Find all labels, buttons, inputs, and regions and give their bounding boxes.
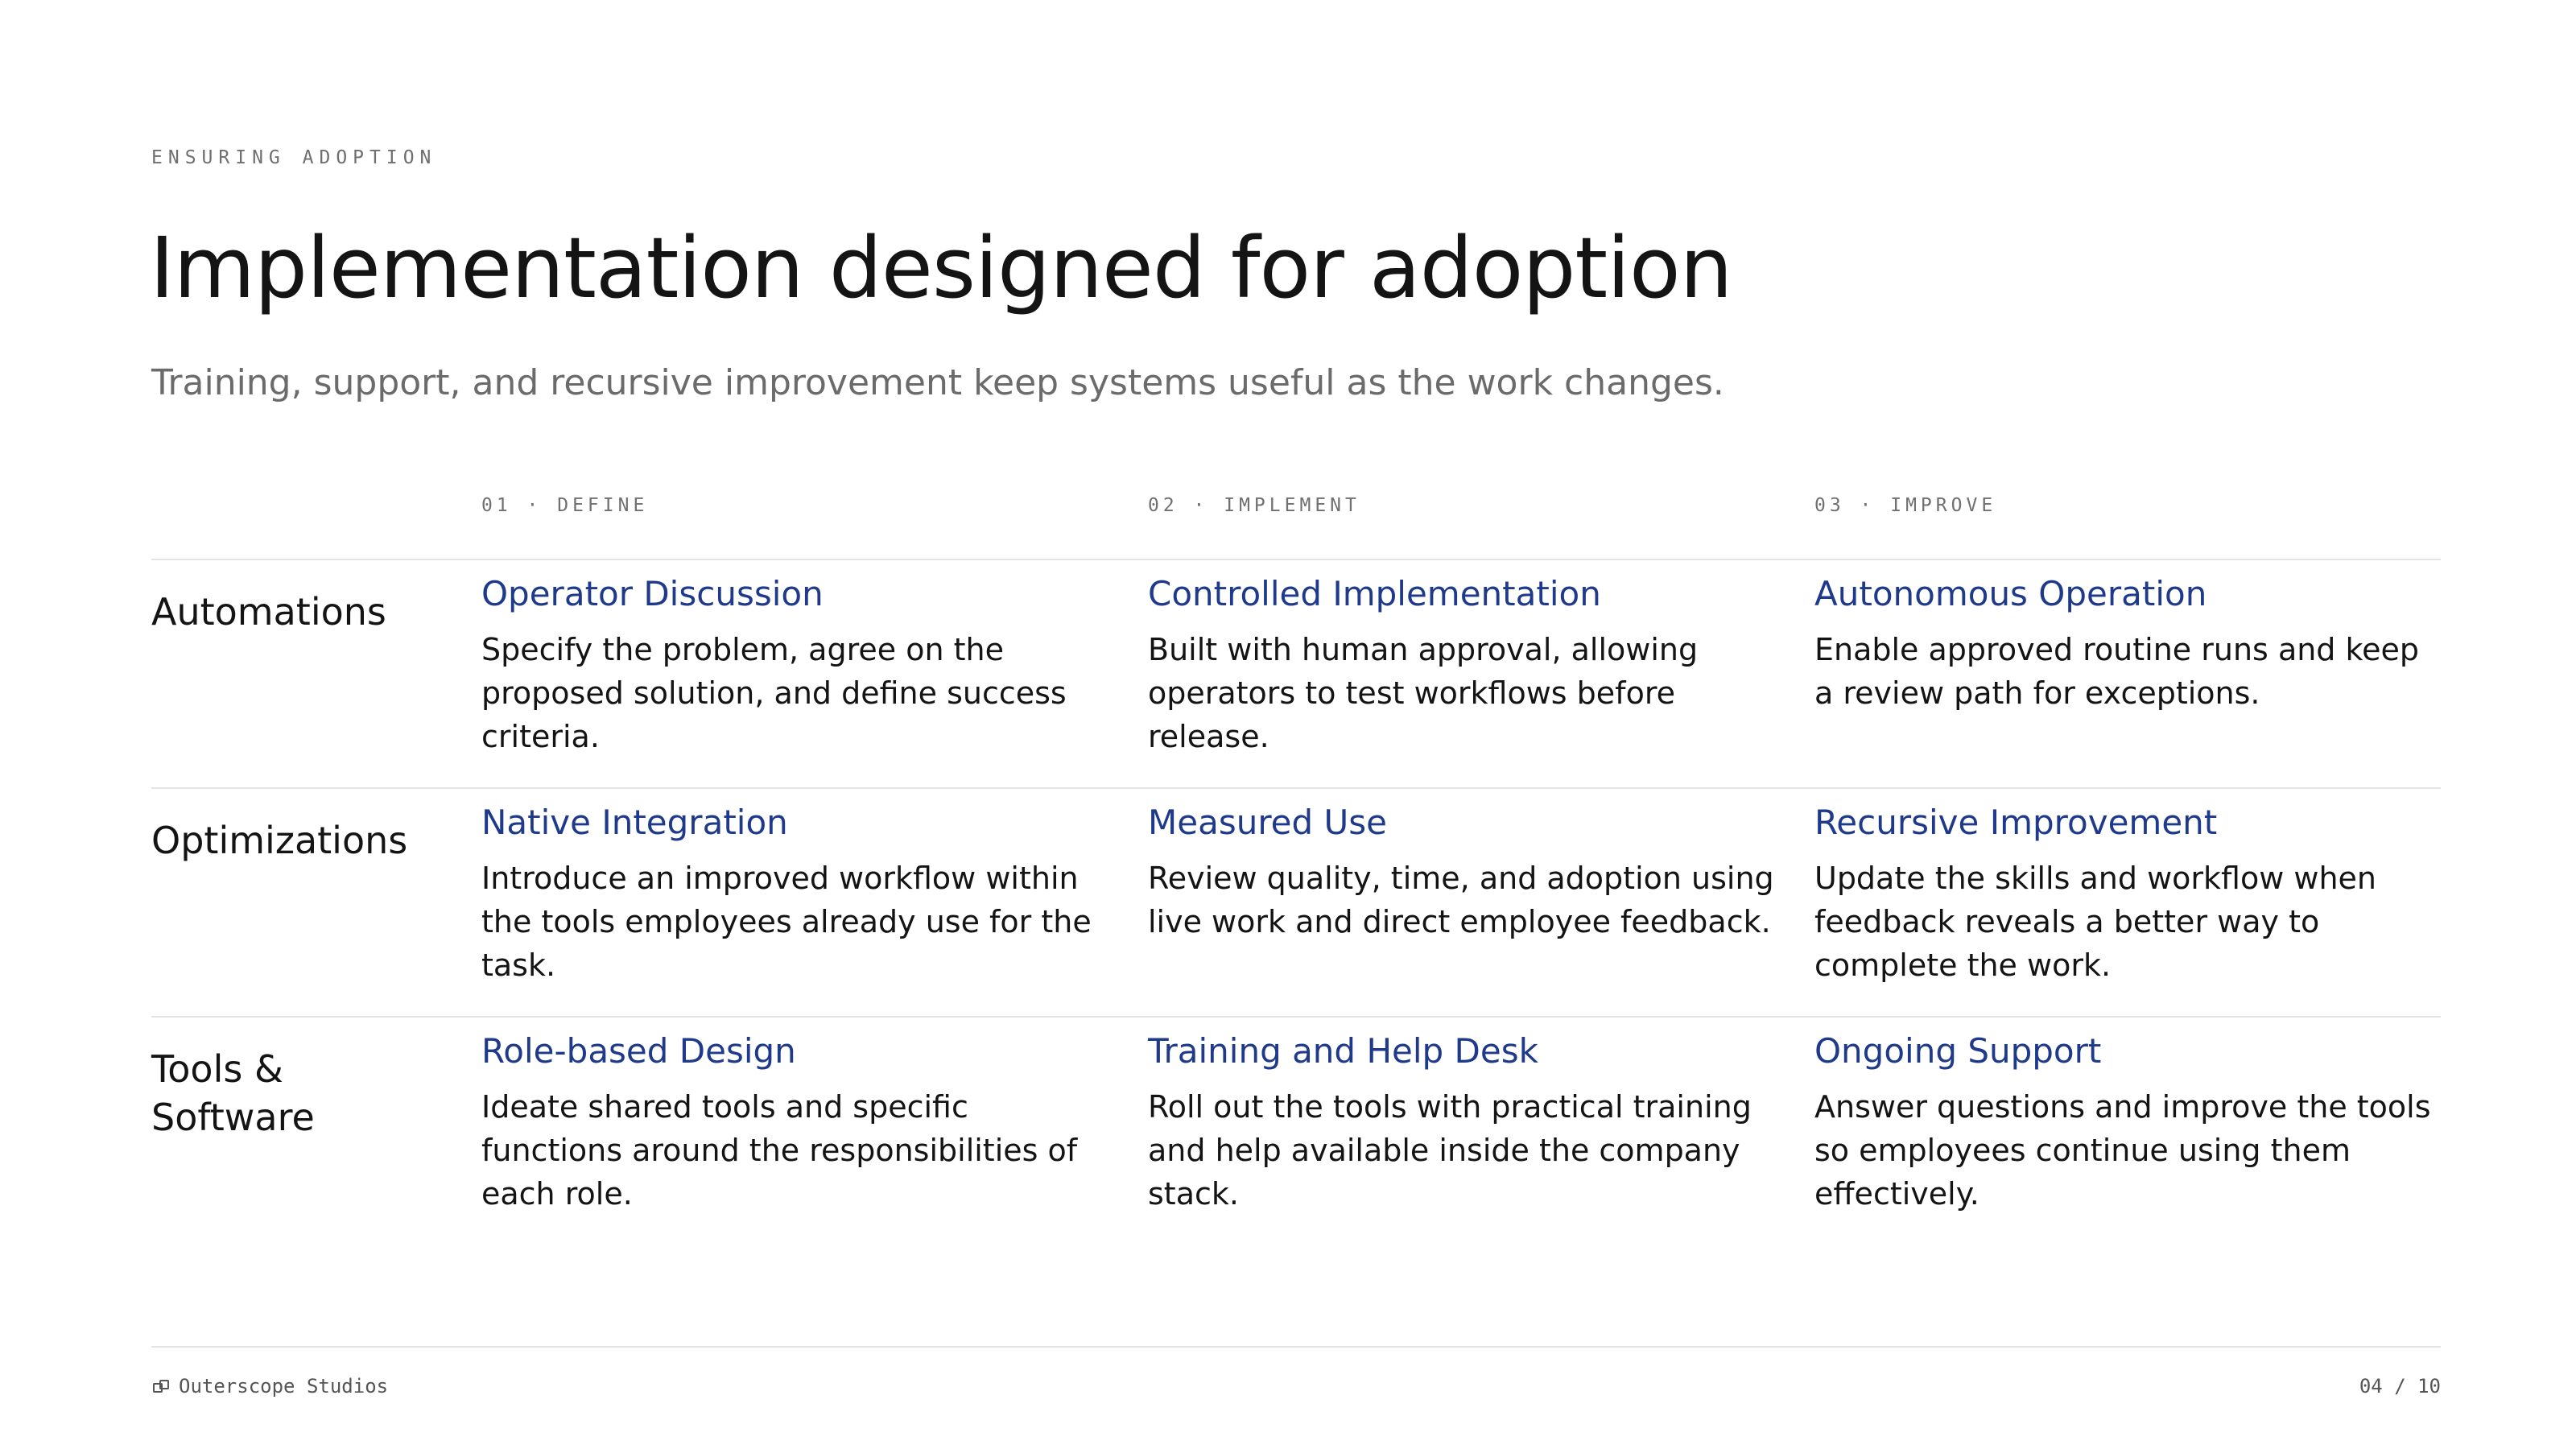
cell-title: Measured Use <box>1148 803 1387 842</box>
cell-body: Answer questions and improve the tools s… <box>1814 1089 2431 1212</box>
row-label-optimizations: Optimizations <box>151 819 408 862</box>
brand-name: Outerscope Studios <box>179 1375 389 1397</box>
cell-title: Native Integration <box>481 803 788 842</box>
phase-implement-label: 02 · IMPLEMENT <box>1148 495 1360 516</box>
matrix-cell: Recursive Improvement Update the skills … <box>1814 799 2442 987</box>
row-label-automations: Automations <box>151 590 386 634</box>
matrix-cell: Autonomous Operation Enable approved rou… <box>1814 570 2442 715</box>
matrix-cell: Role-based Design Ideate shared tools an… <box>481 1027 1109 1216</box>
matrix-cell: Controlled Implementation Built with hum… <box>1148 570 1776 758</box>
cell-title: Ongoing Support <box>1814 1031 2102 1071</box>
link-icon <box>151 1377 171 1396</box>
cell-body: Roll out the tools with practical traini… <box>1148 1089 1752 1212</box>
matrix-cell: Ongoing Support Answer questions and imp… <box>1814 1027 2442 1216</box>
row-divider <box>151 1016 2441 1018</box>
page-title: Implementation designed for adoption <box>150 219 1733 317</box>
cell-body: Introduce an improved workflow within th… <box>481 861 1092 983</box>
cell-title: Training and Help Desk <box>1148 1031 1538 1071</box>
row-divider <box>151 787 2441 789</box>
cell-title: Autonomous Operation <box>1814 574 2207 613</box>
eyebrow-label: ENSURING ADOPTION <box>151 147 437 168</box>
cell-body: Built with human approval, allowing oper… <box>1148 632 1699 754</box>
cell-body: Specify the problem, agree on the propos… <box>481 632 1067 754</box>
matrix-cell: Measured Use Review quality, time, and a… <box>1148 799 1776 943</box>
matrix-cell: Operator Discussion Specify the problem,… <box>481 570 1109 758</box>
cell-body: Update the skills and workflow when feed… <box>1814 861 2376 983</box>
matrix-cell: Training and Help Desk Roll out the tool… <box>1148 1027 1776 1216</box>
page-subtitle: Training, support, and recursive improve… <box>151 362 1724 403</box>
cell-body: Enable approved routine runs and keep a … <box>1814 632 2420 711</box>
matrix-cell: Native Integration Introduce an improved… <box>481 799 1109 987</box>
footer-divider <box>151 1346 2441 1348</box>
cell-title: Controlled Implementation <box>1148 574 1601 613</box>
cell-title: Operator Discussion <box>481 574 824 613</box>
cell-body: Review quality, time, and adoption using… <box>1148 861 1774 939</box>
cell-title: Recursive Improvement <box>1814 803 2218 842</box>
phase-improve-label: 03 · IMPROVE <box>1814 495 1997 516</box>
row-divider <box>151 559 2441 560</box>
footer-brand: Outerscope Studios <box>151 1373 388 1399</box>
phase-define-label: 01 · DEFINE <box>481 495 649 516</box>
cell-title: Role-based Design <box>481 1031 796 1071</box>
row-label-tools-software: Tools & Software <box>151 1047 315 1139</box>
cell-body: Ideate shared tools and specific functio… <box>481 1089 1078 1212</box>
page-number: 04 / 10 <box>2359 1375 2441 1397</box>
slide: ENSURING ADOPTION Implementation designe… <box>0 0 2576 1449</box>
